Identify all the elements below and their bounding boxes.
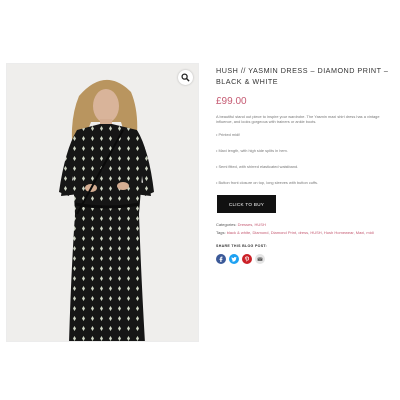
- facebook-share-button[interactable]: [216, 254, 226, 264]
- twitter-icon: [231, 256, 237, 262]
- tag-link[interactable]: Hush Homewear: [324, 230, 354, 235]
- tag-link[interactable]: Maxi: [356, 230, 364, 235]
- categories-row: Categories: Dresses, HUSH: [216, 222, 266, 227]
- email-share-button[interactable]: [255, 254, 265, 264]
- tag-link[interactable]: HUSH: [310, 230, 321, 235]
- tag-link[interactable]: Diamond: [253, 230, 269, 235]
- product-price: £99.00: [216, 96, 247, 107]
- feature-item: • Semi fitted, with shirred elasticated …: [216, 164, 299, 169]
- facebook-icon: [219, 256, 223, 262]
- feature-item: • Button front closure on top, long slee…: [216, 180, 319, 185]
- pinterest-icon: [244, 256, 250, 262]
- zoom-icon: [181, 73, 190, 82]
- tags-label: Tags:: [216, 229, 226, 235]
- model-photo: [7, 64, 198, 341]
- product-image[interactable]: [6, 63, 199, 342]
- share-label: SHARE THIS BLOG POST:: [216, 244, 268, 248]
- twitter-share-button[interactable]: [229, 254, 239, 264]
- product-meta: Categories: Dresses, HUSH Tags: black & …: [216, 221, 400, 236]
- share-buttons: [216, 254, 265, 264]
- feature-item: • Maxi length, with high side splits in …: [216, 148, 288, 153]
- feature-item: • Printed midi!: [216, 132, 241, 137]
- category-link[interactable]: Dresses: [238, 222, 253, 227]
- buy-button[interactable]: CLICK TO BUY: [217, 195, 276, 213]
- tag-link[interactable]: dress: [298, 230, 308, 235]
- feature-list: • Printed midi! • Maxi length, with high…: [216, 132, 396, 196]
- tags-row: Tags: black & white, Diamond, Diamond Pr…: [216, 229, 374, 235]
- tag-link[interactable]: Diamond Print: [271, 230, 296, 235]
- zoom-button[interactable]: [178, 70, 193, 85]
- email-icon: [257, 257, 263, 261]
- tag-link[interactable]: black & white: [227, 230, 251, 235]
- pinterest-share-button[interactable]: [242, 254, 252, 264]
- product-title: HUSH // YASMIN DRESS – DIAMOND PRINT – B…: [216, 66, 389, 86]
- tag-link[interactable]: midi: [366, 230, 373, 235]
- product-summary: HUSH // YASMIN DRESS – DIAMOND PRINT – B…: [216, 66, 400, 264]
- categories-label: Categories:: [216, 222, 237, 227]
- product-description: A beautiful stand out piece to inspire y…: [216, 114, 380, 125]
- category-link[interactable]: HUSH: [255, 222, 266, 227]
